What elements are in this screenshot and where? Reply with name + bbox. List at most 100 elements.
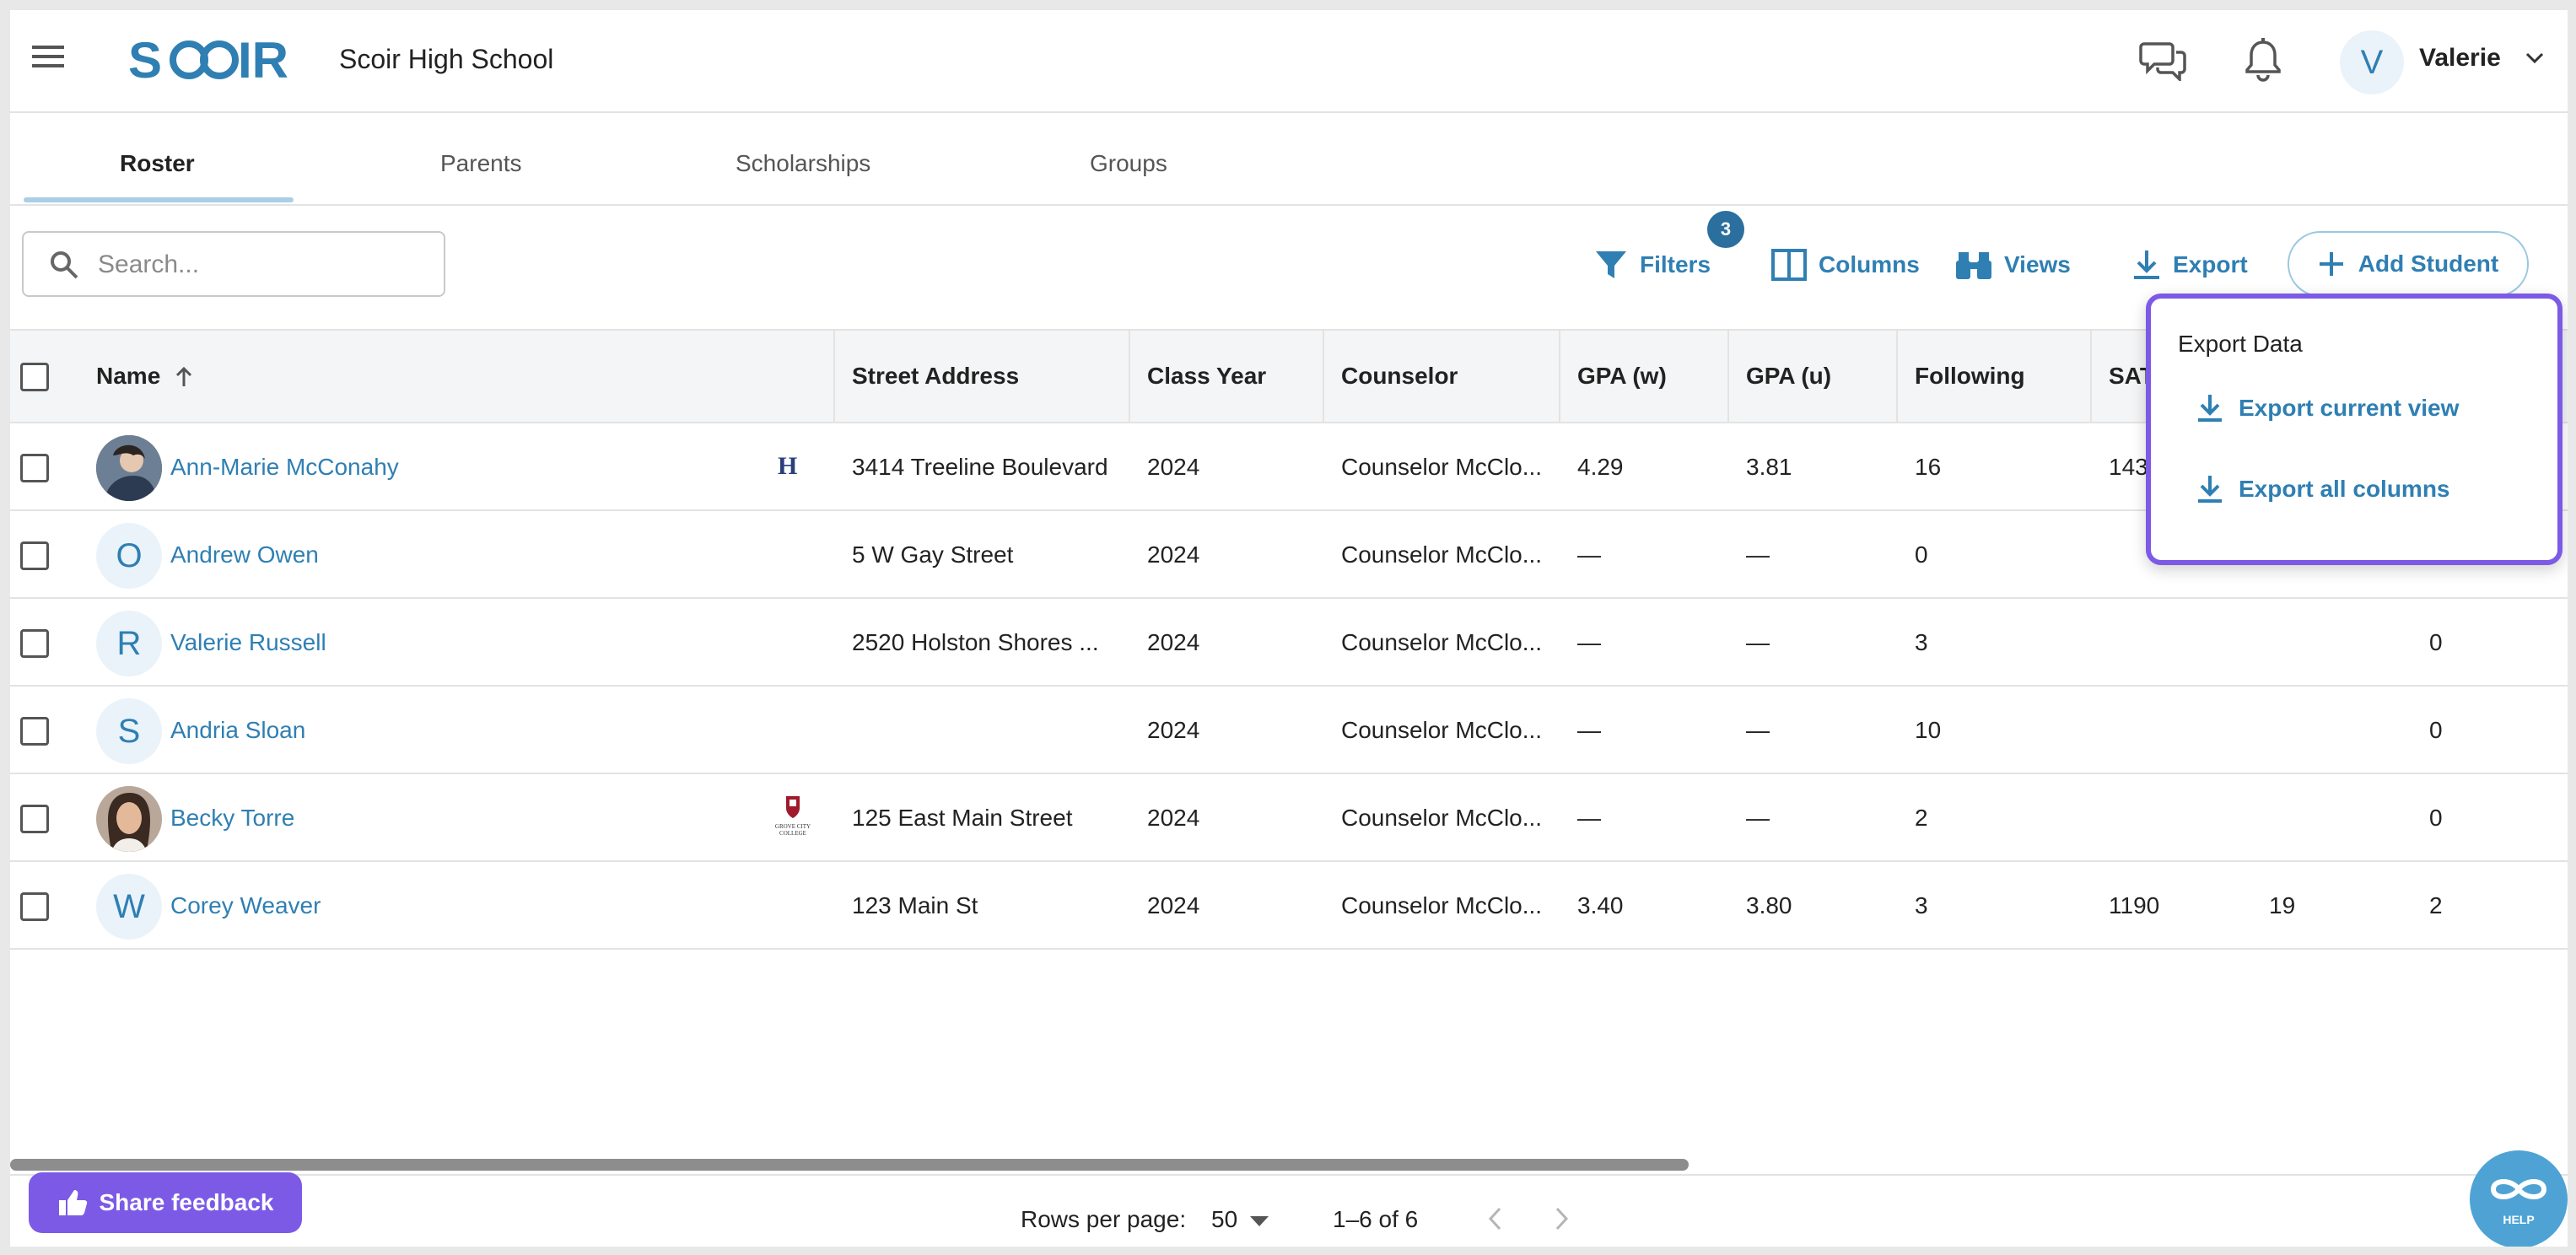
column-header-gpa-u[interactable]: GPA (u) bbox=[1746, 363, 1831, 390]
export-all-columns-label: Export all columns bbox=[2239, 476, 2450, 502]
messages-icon[interactable] bbox=[2139, 39, 2188, 81]
share-feedback-button[interactable]: Share feedback bbox=[29, 1172, 302, 1233]
views-button[interactable]: Views bbox=[1955, 246, 2071, 283]
gpa-w-cell: 3.40 bbox=[1577, 892, 1624, 918]
export-button[interactable]: Export bbox=[2132, 246, 2248, 283]
street-address-cell: 125 East Main Street bbox=[852, 805, 1073, 831]
college-logo-badge: GROVE CITY COLLEGE bbox=[774, 823, 811, 837]
table-row[interactable]: Becky Torre GROVE CITY COLLEGE 125 East … bbox=[10, 774, 2568, 862]
student-name-link[interactable]: Andrew Owen bbox=[170, 541, 319, 568]
following-cell: 2 bbox=[1915, 805, 1928, 831]
student-initial-avatar[interactable]: S bbox=[96, 698, 162, 764]
counselor-cell: Counselor McClo... bbox=[1341, 717, 1543, 743]
chevron-down-icon[interactable] bbox=[2525, 52, 2544, 64]
app-window: S IR Scoir High School V Valerie Roster … bbox=[10, 10, 2568, 1247]
student-photo-avatar[interactable] bbox=[96, 435, 162, 501]
scoir-logo[interactable]: S IR bbox=[128, 32, 307, 88]
notifications-bell-icon[interactable] bbox=[2244, 37, 2282, 83]
sort-ascending-arrow-icon[interactable] bbox=[174, 366, 194, 388]
column-header-gpa-w[interactable]: GPA (w) bbox=[1577, 363, 1667, 390]
export-current-view-label: Export current view bbox=[2239, 395, 2460, 421]
export-current-view-option[interactable]: Export current view bbox=[2196, 390, 2459, 427]
student-name-link[interactable]: Valerie Russell bbox=[170, 629, 326, 656]
following-cell: 16 bbox=[1915, 454, 1942, 480]
extra-column-cell: 0 bbox=[2429, 805, 2443, 831]
column-header-street-address[interactable]: Street Address bbox=[852, 363, 1019, 390]
export-all-columns-option[interactable]: Export all columns bbox=[2196, 471, 2450, 508]
counselor-cell: Counselor McClo... bbox=[1341, 454, 1543, 480]
row-checkbox[interactable] bbox=[20, 805, 49, 833]
table-row[interactable]: R Valerie Russell 2520 Holston Shores ..… bbox=[10, 599, 2568, 687]
row-checkbox[interactable] bbox=[20, 892, 49, 921]
user-name[interactable]: Valerie bbox=[2419, 44, 2501, 73]
footer-divider bbox=[10, 1174, 2568, 1176]
sat-cell: 1190 bbox=[2109, 892, 2160, 918]
export-menu-title: Export Data bbox=[2178, 331, 2303, 357]
student-name-link[interactable]: Becky Torre bbox=[170, 805, 294, 832]
horizontal-scrollbar[interactable] bbox=[10, 1159, 1689, 1171]
row-checkbox[interactable] bbox=[20, 717, 49, 746]
counselor-cell: Counselor McClo... bbox=[1341, 629, 1543, 655]
share-feedback-label: Share feedback bbox=[99, 1189, 274, 1215]
tab-groups[interactable]: Groups bbox=[1090, 150, 1167, 177]
extra-column-cell: 0 bbox=[2429, 629, 2443, 655]
search-box[interactable] bbox=[22, 231, 445, 297]
student-initial-avatar[interactable]: O bbox=[96, 523, 162, 589]
gpa-u-cell: 3.80 bbox=[1746, 892, 1792, 918]
extra-column-cell: 2 bbox=[2429, 892, 2443, 918]
search-input[interactable] bbox=[98, 248, 427, 282]
tab-parents[interactable]: Parents bbox=[440, 150, 522, 177]
gpa-w-cell: — bbox=[1577, 541, 1601, 568]
following-cell: 0 bbox=[1915, 541, 1928, 568]
select-all-checkbox[interactable] bbox=[20, 363, 49, 391]
export-data-menu: Export Data Export current view Export a… bbox=[2146, 294, 2563, 565]
student-initial-avatar[interactable]: W bbox=[96, 874, 162, 940]
top-bar: S IR Scoir High School V Valerie bbox=[10, 10, 2568, 113]
tab-scholarships[interactable]: Scholarships bbox=[736, 150, 870, 177]
table-row[interactable]: W Corey Weaver 123 Main St 2024 Counselo… bbox=[10, 862, 2568, 950]
gpa-u-cell: — bbox=[1746, 805, 1770, 831]
student-initial-avatar[interactable]: R bbox=[96, 611, 162, 676]
filter-funnel-icon bbox=[1594, 248, 1628, 282]
download-icon bbox=[2196, 393, 2223, 423]
column-header-class-year[interactable]: Class Year bbox=[1147, 363, 1266, 390]
column-header-name[interactable]: Name bbox=[96, 363, 160, 390]
column-header-counselor[interactable]: Counselor bbox=[1341, 363, 1458, 390]
gpa-w-cell: — bbox=[1577, 805, 1601, 831]
gpa-w-cell: 4.29 bbox=[1577, 454, 1624, 480]
previous-page-icon[interactable] bbox=[1486, 1206, 1503, 1231]
following-cell: 3 bbox=[1915, 629, 1928, 655]
gpa-w-cell: — bbox=[1577, 717, 1601, 743]
filters-button[interactable]: Filters bbox=[1594, 246, 1711, 283]
columns-button[interactable]: Columns bbox=[1771, 246, 1920, 283]
table-row[interactable]: S Andria Sloan 2024 Counselor McClo... —… bbox=[10, 687, 2568, 774]
tab-roster[interactable]: Roster bbox=[120, 150, 195, 177]
college-logo-badge: H bbox=[778, 452, 798, 480]
following-cell: 3 bbox=[1915, 892, 1928, 918]
counselor-cell: Counselor McClo... bbox=[1341, 805, 1543, 831]
rows-per-page-label: Rows per page: bbox=[1021, 1206, 1187, 1232]
student-name-link[interactable]: Andria Sloan bbox=[170, 717, 305, 744]
student-name-link[interactable]: Ann-Marie McConahy bbox=[170, 454, 399, 481]
svg-text:IR: IR bbox=[238, 32, 288, 88]
dropdown-caret-icon[interactable] bbox=[1250, 1216, 1269, 1226]
extra-column-cell: 0 bbox=[2429, 717, 2443, 743]
column-header-following[interactable]: Following bbox=[1915, 363, 2025, 390]
download-icon bbox=[2196, 474, 2223, 504]
row-checkbox[interactable] bbox=[20, 454, 49, 482]
next-page-icon[interactable] bbox=[1554, 1206, 1571, 1231]
add-student-button[interactable]: Add Student bbox=[2288, 231, 2529, 297]
student-photo-avatar[interactable] bbox=[96, 786, 162, 852]
user-avatar[interactable]: V bbox=[2340, 30, 2404, 94]
help-button[interactable]: HELP bbox=[2470, 1150, 2568, 1247]
student-name-link[interactable]: Corey Weaver bbox=[170, 892, 321, 919]
add-student-label: Add Student bbox=[2358, 250, 2499, 277]
row-checkbox[interactable] bbox=[20, 629, 49, 658]
search-icon bbox=[49, 250, 79, 280]
rows-per-page-select[interactable]: 50 bbox=[1211, 1206, 1237, 1233]
class-year-cell: 2024 bbox=[1147, 454, 1200, 480]
row-checkbox[interactable] bbox=[20, 541, 49, 570]
hamburger-menu-icon[interactable] bbox=[30, 42, 66, 71]
infinity-icon bbox=[2488, 1172, 2549, 1206]
extra-column-cell: 19 bbox=[2269, 892, 2296, 918]
